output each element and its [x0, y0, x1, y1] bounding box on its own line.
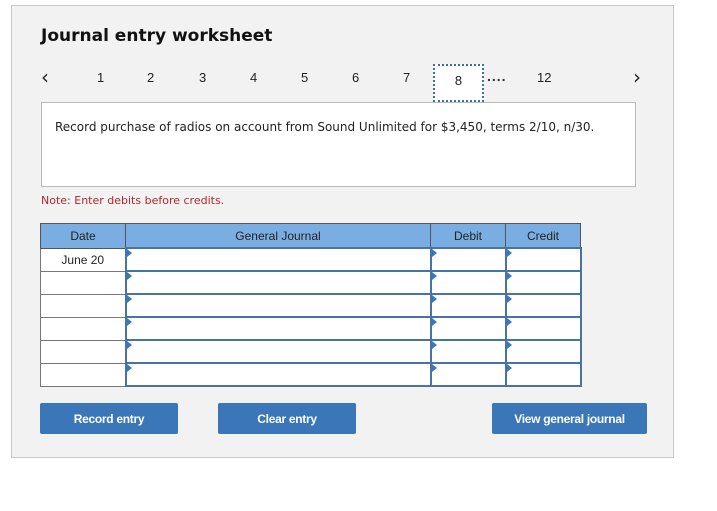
column-header-credit: Credit — [505, 223, 581, 249]
page-link-6[interactable]: 6 — [352, 70, 359, 85]
pagination: ‹ 1 2 3 4 5 6 7 8 .... 12 › — [12, 64, 673, 104]
page-link-12[interactable]: 12 — [537, 70, 551, 85]
debit-input[interactable] — [429, 270, 507, 295]
page-link-7[interactable]: 7 — [403, 70, 410, 85]
page-title: Journal entry worksheet — [41, 26, 273, 46]
account-input[interactable] — [124, 247, 432, 272]
debit-input[interactable] — [429, 362, 507, 387]
column-header-date: Date — [40, 223, 126, 249]
date-cell — [40, 339, 126, 364]
account-input[interactable] — [124, 293, 432, 318]
date-cell — [40, 362, 126, 387]
page-link-4[interactable]: 4 — [250, 70, 257, 85]
date-cell — [40, 270, 126, 295]
account-input[interactable] — [124, 270, 432, 295]
table-row: June 20 — [40, 247, 582, 272]
page-link-8-active[interactable]: 8 — [433, 64, 484, 102]
debit-credit-note: Note: Enter debits before credits. — [41, 194, 225, 207]
account-input[interactable] — [124, 362, 432, 387]
debit-input[interactable] — [429, 293, 507, 318]
page-link-3[interactable]: 3 — [199, 70, 206, 85]
clear-entry-button[interactable]: Clear entry — [218, 403, 356, 434]
table-row — [40, 362, 582, 387]
credit-input[interactable] — [504, 293, 582, 318]
question-text: Record purchase of radios on account fro… — [41, 102, 636, 187]
chevron-left-icon[interactable]: ‹ — [41, 65, 49, 89]
credit-input[interactable] — [504, 362, 582, 387]
credit-input[interactable] — [504, 270, 582, 295]
debit-input[interactable] — [429, 247, 507, 272]
view-general-journal-button[interactable]: View general journal — [492, 403, 647, 434]
date-cell — [40, 316, 126, 341]
credit-input[interactable] — [504, 339, 582, 364]
table-row — [40, 270, 582, 295]
pagination-ellipsis: .... — [487, 68, 507, 84]
debit-input[interactable] — [429, 316, 507, 341]
date-cell: June 20 — [40, 247, 126, 272]
record-entry-button[interactable]: Record entry — [40, 403, 178, 434]
page-link-2[interactable]: 2 — [147, 70, 154, 85]
debit-input[interactable] — [429, 339, 507, 364]
credit-input[interactable] — [504, 316, 582, 341]
column-header-debit: Debit — [430, 223, 506, 249]
account-input[interactable] — [124, 339, 432, 364]
account-input[interactable] — [124, 316, 432, 341]
page-link-5[interactable]: 5 — [301, 70, 308, 85]
date-cell — [40, 293, 126, 318]
credit-input[interactable] — [504, 247, 582, 272]
column-header-general-journal: General Journal — [125, 223, 431, 249]
table-row — [40, 316, 582, 341]
chevron-right-icon[interactable]: › — [633, 65, 641, 89]
page-link-1[interactable]: 1 — [97, 70, 104, 85]
journal-table: Date General Journal Debit Credit June 2… — [40, 223, 582, 387]
table-row — [40, 339, 582, 364]
worksheet-panel: Journal entry worksheet ‹ 1 2 3 4 5 6 7 … — [11, 5, 674, 458]
table-row — [40, 293, 582, 318]
